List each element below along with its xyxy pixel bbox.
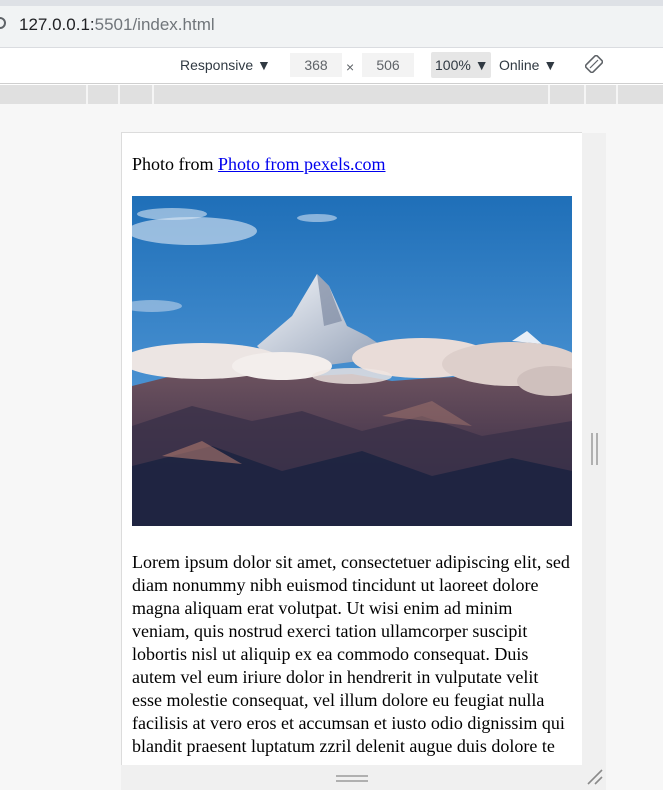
tab-strip-edge [0,0,663,6]
credit-link[interactable]: Photo from pexels.com [218,154,385,174]
dimension-separator: × [346,59,355,75]
network-throttle-dropdown[interactable]: Online ▼ [499,57,557,73]
viewport-height-input[interactable]: 506 [362,53,414,77]
vertical-grip-icon [591,433,598,465]
photo-credit: Photo from Photo from pexels.com [132,153,386,176]
device-viewport: Photo from Photo from pexels.com Lorem i… [121,132,582,765]
url-host: 127.0.0.1: [19,15,95,34]
ruler-divider [584,85,586,104]
url-path: 5501/index.html [94,15,215,34]
right-resize-handle[interactable] [582,133,606,765]
ruler-divider [118,85,120,104]
zoom-dropdown[interactable]: 100% ▼ [431,52,491,78]
address-bar: 127.0.0.1:5501/index.html [0,0,663,48]
credit-prefix: Photo from [132,154,214,174]
ruler-divider [548,85,550,104]
bottom-resize-handle[interactable] [121,765,606,790]
rotate-icon[interactable] [585,55,603,73]
ruler-divider [616,85,618,104]
horizontal-grip-icon [336,775,368,782]
resize-grip-icon[interactable] [586,768,604,786]
device-toolbar: Responsive ▼ 368 × 506 100% ▼ Online ▼ [0,48,663,84]
media-query-bar[interactable] [0,85,663,104]
body-paragraph: Lorem ipsum dolor sit amet, consectetuer… [132,552,570,756]
device-mode-dropdown[interactable]: Responsive ▼ [180,57,271,73]
ruler-divider [152,85,154,104]
ruler-divider [86,85,88,104]
mountain-photo [132,196,572,526]
viewport-width-input[interactable]: 368 [290,53,342,77]
url-text[interactable]: 127.0.0.1:5501/index.html [19,15,215,35]
